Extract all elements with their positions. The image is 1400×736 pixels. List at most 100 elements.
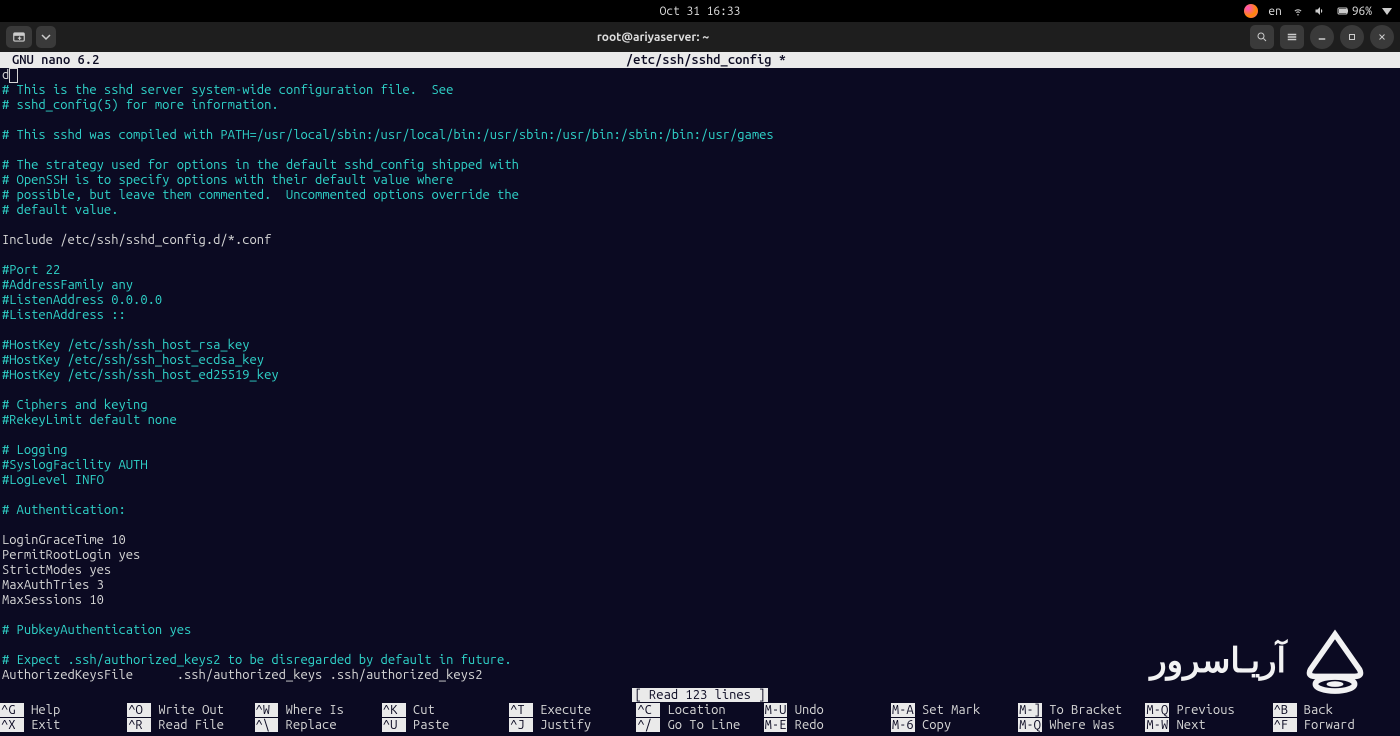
shortcut-key: ^R	[127, 718, 151, 732]
shortcut-key: M-E	[764, 718, 788, 732]
terminal-headerbar: root@ariyaserver: ~	[0, 22, 1400, 53]
editor-line: PermitRootLogin yes	[2, 548, 1398, 563]
shortcut-item: ^/ Go To Line	[636, 718, 763, 733]
watermark: آریـاسرور	[1150, 626, 1370, 696]
editor-line	[2, 518, 1398, 533]
shortcut-label: Paste	[406, 718, 450, 732]
editor-line	[2, 488, 1398, 503]
editor-line	[2, 218, 1398, 233]
nano-editor-content[interactable]: d# This is the sshd server system-wide c…	[0, 68, 1400, 683]
shortcut-key: M-Q	[1145, 703, 1169, 717]
shortcut-item: ^X Exit	[0, 718, 127, 733]
editor-line: # Ciphers and keying	[2, 398, 1398, 413]
shortcut-label: Where Was	[1042, 718, 1115, 732]
shortcut-key: ^B	[1273, 703, 1297, 717]
editor-line: LoginGraceTime 10	[2, 533, 1398, 548]
hamburger-menu-button[interactable]	[1280, 25, 1304, 49]
system-menu-caret-icon[interactable]	[1382, 8, 1392, 15]
editor-line: #HostKey /etc/ssh/ssh_host_rsa_key	[2, 338, 1398, 353]
shortcut-item: M-W Next	[1145, 718, 1272, 733]
shortcut-label: Copy	[915, 718, 951, 732]
shortcut-label: Cut	[406, 703, 435, 717]
app-indicator-icon[interactable]	[1244, 4, 1258, 18]
keyboard-layout[interactable]: en	[1268, 5, 1281, 18]
shortcut-key: ^X	[0, 718, 24, 732]
shortcut-item: ^U Paste	[382, 718, 509, 733]
shortcut-label: Back	[1297, 703, 1333, 717]
shortcut-label: Location	[660, 703, 726, 717]
editor-line: # default value.	[2, 203, 1398, 218]
shortcut-item: ^B Back	[1273, 703, 1400, 718]
shortcut-key: M-U	[764, 703, 788, 717]
editor-line	[2, 248, 1398, 263]
shortcut-label: Help	[24, 703, 60, 717]
editor-line: d	[2, 68, 1398, 83]
minimize-button[interactable]	[1310, 25, 1334, 49]
shortcut-item: ^\ Replace	[255, 718, 382, 733]
volume-icon[interactable]	[1314, 5, 1326, 17]
editor-line: # This sshd was compiled with PATH=/usr/…	[2, 128, 1398, 143]
editor-line	[2, 143, 1398, 158]
editor-line: # sshd_config(5) for more information.	[2, 98, 1398, 113]
shortcut-label: Undo	[787, 703, 823, 717]
shortcut-label: Justify	[533, 718, 591, 732]
shortcut-label: Replace	[278, 718, 336, 732]
editor-line: MaxAuthTries 3	[2, 578, 1398, 593]
watermark-logo-icon	[1300, 626, 1370, 696]
shortcut-label: Where Is	[278, 703, 344, 717]
editor-line	[2, 383, 1398, 398]
editor-line	[2, 323, 1398, 338]
editor-line: #SyslogFacility AUTH	[2, 458, 1398, 473]
editor-line: # Logging	[2, 443, 1398, 458]
shortcut-item: ^G Help	[0, 703, 127, 718]
shortcut-key: ^G	[0, 703, 24, 717]
shortcut-label: Write Out	[151, 703, 224, 717]
shortcut-item: ^C Location	[636, 703, 763, 718]
shortcut-item: M-Q Where Was	[1018, 718, 1145, 733]
search-button[interactable]	[1250, 25, 1274, 49]
editor-line: Include /etc/ssh/sshd_config.d/*.conf	[2, 233, 1398, 248]
nano-title-bar: GNU nano 6.2 /etc/ssh/sshd_config *	[0, 52, 1400, 68]
terminal-viewport[interactable]: GNU nano 6.2 /etc/ssh/sshd_config * d# T…	[0, 52, 1400, 736]
wifi-icon[interactable]	[1292, 5, 1304, 17]
tab-menu-button[interactable]	[36, 26, 56, 48]
shortcut-label: Set Mark	[915, 703, 981, 717]
editor-line: # The strategy used for options in the d…	[2, 158, 1398, 173]
shortcut-item: ^K Cut	[382, 703, 509, 718]
editor-line	[2, 608, 1398, 623]
shortcut-label: Redo	[787, 718, 823, 732]
shortcut-label: Previous	[1169, 703, 1235, 717]
nano-app-name: GNU nano 6.2	[0, 52, 312, 68]
window-title: root@ariyaserver: ~	[56, 31, 1250, 44]
editor-line: # Authentication:	[2, 503, 1398, 518]
shortcut-label: Read File	[151, 718, 224, 732]
nano-shortcut-bar: ^G Help^X Exit^O Write Out^R Read File^W…	[0, 703, 1400, 733]
close-button[interactable]	[1370, 25, 1394, 49]
battery-indicator[interactable]: 96%	[1336, 5, 1372, 18]
shortcut-label: Exit	[24, 718, 60, 732]
shortcut-item: M-6 Copy	[891, 718, 1018, 733]
clock[interactable]: Oct 31 16:33	[208, 5, 1192, 18]
shortcut-key: M-]	[1018, 703, 1042, 717]
maximize-button[interactable]	[1340, 25, 1364, 49]
editor-line: #RekeyLimit default none	[2, 413, 1398, 428]
watermark-text: آریـاسرور	[1150, 641, 1286, 681]
editor-line: #HostKey /etc/ssh/ssh_host_ecdsa_key	[2, 353, 1398, 368]
shortcut-label: Go To Line	[660, 718, 740, 732]
shortcut-label: Execute	[533, 703, 591, 717]
shortcut-item: ^O Write Out	[127, 703, 254, 718]
shortcut-label: To Bracket	[1042, 703, 1122, 717]
new-tab-button[interactable]	[6, 26, 32, 48]
shortcut-key: ^J	[509, 718, 533, 732]
shortcut-key: M-6	[891, 718, 915, 732]
shortcut-key: ^C	[636, 703, 660, 717]
nano-file-name: /etc/ssh/sshd_config *	[312, 52, 1100, 68]
shortcut-key: ^T	[509, 703, 533, 717]
shortcut-item: ^T Execute	[509, 703, 636, 718]
editor-line: #Port 22	[2, 263, 1398, 278]
editor-line: # possible, but leave them commented. Un…	[2, 188, 1398, 203]
shortcut-key: M-W	[1145, 718, 1169, 732]
editor-line: #HostKey /etc/ssh/ssh_host_ed25519_key	[2, 368, 1398, 383]
shortcut-key: ^F	[1273, 718, 1297, 732]
shortcut-item: M-A Set Mark	[891, 703, 1018, 718]
